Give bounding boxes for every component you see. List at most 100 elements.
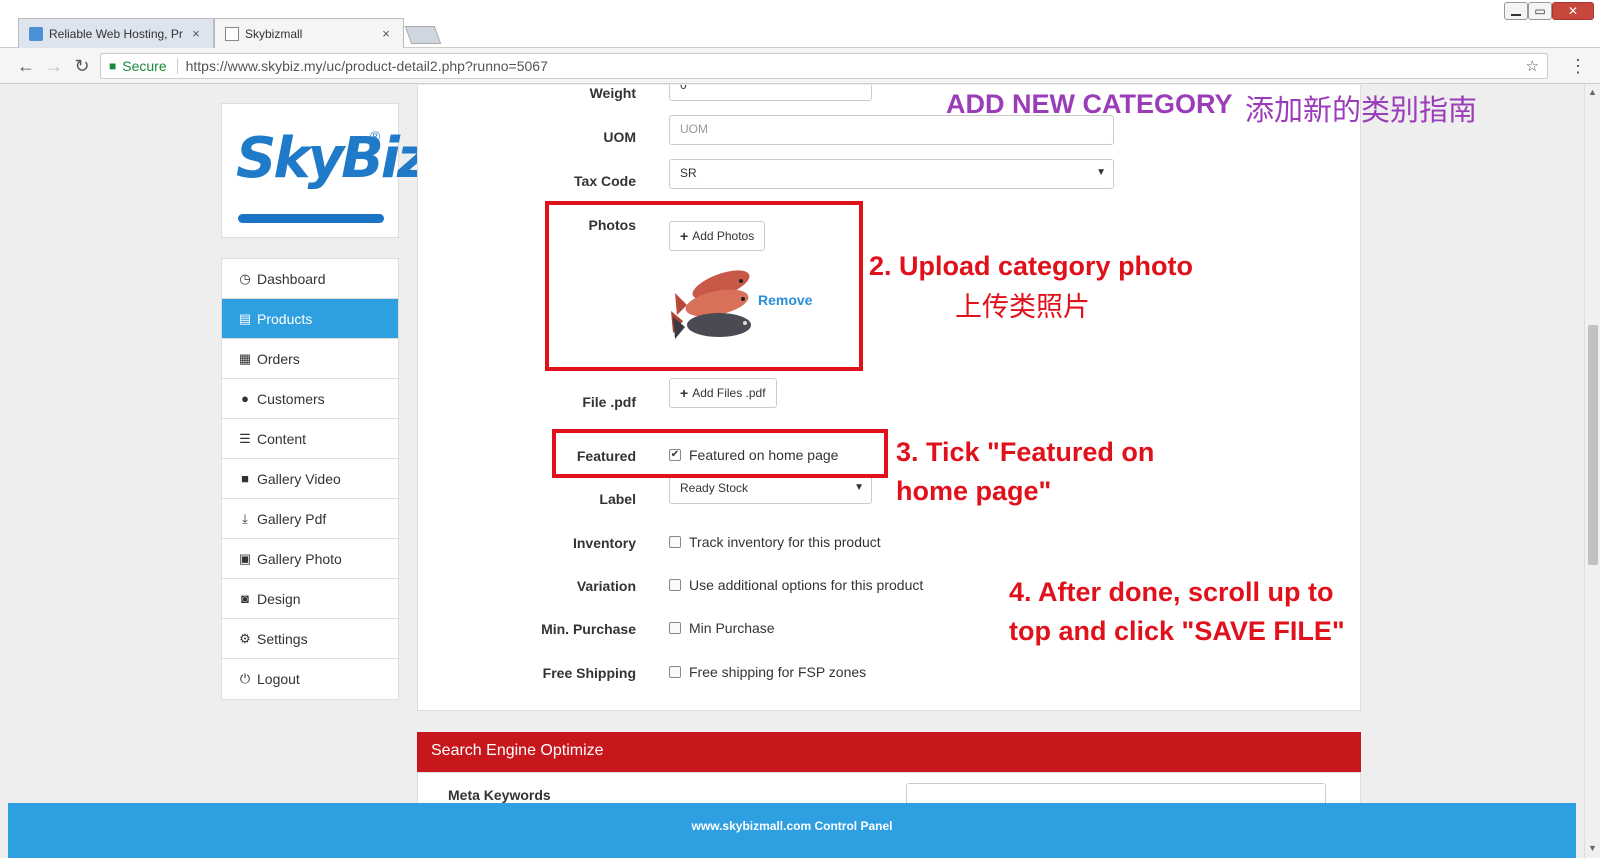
sidebar-item-content[interactable]: ☰ Content xyxy=(222,419,398,459)
gear-icon: ⚙ xyxy=(239,630,251,646)
min-purchase-checkbox-label: Min Purchase xyxy=(689,620,775,636)
add-files-pdf-button[interactable]: + Add Files .pdf xyxy=(669,378,777,408)
site-favicon-icon xyxy=(29,26,43,41)
annotation-step3-line2: home page" xyxy=(896,476,1052,506)
sidebar-item-logout[interactable]: ⏻ Logout xyxy=(222,659,398,699)
annotation-step3-line1: 3. Tick "Featured on xyxy=(896,437,1155,467)
sidebar-item-orders[interactable]: ▦ Orders xyxy=(222,339,398,379)
page-scrollbar[interactable]: ▲ ▼ xyxy=(1584,85,1600,858)
sidebar-item-products[interactable]: ▤ Products xyxy=(222,299,398,339)
sidebar-item-label: Products xyxy=(257,310,313,327)
maximize-button[interactable]: ▭ xyxy=(1528,2,1552,20)
add-files-pdf-label: Add Files .pdf xyxy=(692,386,766,400)
lock-icon: ■ xyxy=(109,59,117,73)
min-purchase-checkbox-row[interactable]: Min Purchase xyxy=(669,620,775,636)
inventory-checkbox[interactable] xyxy=(669,536,681,548)
camera-icon: ◙ xyxy=(241,591,249,606)
sidebar-item-label: Logout xyxy=(257,671,300,687)
inventory-checkbox-label: Track inventory for this product xyxy=(689,534,881,550)
annotation-step2-en: 2. Upload category photo xyxy=(869,251,1194,281)
back-arrow-icon[interactable]: ← xyxy=(14,54,38,78)
power-icon: ⏻ xyxy=(239,671,251,686)
variation-checkbox-label: Use additional options for this product xyxy=(689,577,924,593)
min-purchase-label: Min. Purchase xyxy=(541,621,636,637)
sidebar-item-label: Gallery Pdf xyxy=(257,510,327,527)
reload-icon[interactable]: ↻ xyxy=(70,54,94,78)
registered-mark: ® xyxy=(370,128,381,144)
browser-titlebar: Reliable Web Hosting, Pr × Skybizmall × … xyxy=(0,0,1600,48)
meta-keywords-label: Meta Keywords xyxy=(448,787,551,803)
annotation-step2-cn: 上传类照片 xyxy=(955,292,1090,322)
free-shipping-checkbox-label: Free shipping for FSP zones xyxy=(689,664,867,680)
briefcase-icon: ▤ xyxy=(238,310,252,326)
sidebar-item-label: Design xyxy=(257,590,301,607)
sidebar-item-design[interactable]: ◙ Design xyxy=(222,579,398,619)
scrollbar-thumb[interactable] xyxy=(1588,325,1598,565)
sidebar-item-label: Gallery Video xyxy=(257,470,341,487)
label-field-label: Label xyxy=(599,491,636,507)
seo-section-header[interactable]: Search Engine Optimize xyxy=(417,732,1361,772)
user-icon: ● xyxy=(241,391,249,406)
sidebar-item-gallery-pdf[interactable]: ⤓ Gallery Pdf xyxy=(222,499,398,539)
dashboard-icon: ◷ xyxy=(239,270,251,286)
forward-arrow-icon[interactable]: → xyxy=(42,54,66,78)
url-text[interactable]: https://www.skybiz.my/uc/product-detail2… xyxy=(186,58,548,74)
file-pdf-label: File .pdf xyxy=(582,394,636,410)
weight-input[interactable]: 0 xyxy=(669,85,872,101)
free-shipping-checkbox[interactable] xyxy=(669,666,681,678)
sidebar-item-gallery-video[interactable]: ■ Gallery Video xyxy=(222,459,398,499)
uom-label: UOM xyxy=(603,129,636,145)
free-shipping-checkbox-row[interactable]: Free shipping for FSP zones xyxy=(669,664,866,680)
download-icon: ⤓ xyxy=(242,510,248,526)
tab-title: Reliable Web Hosting, Pr xyxy=(49,26,183,41)
minimize-button[interactable] xyxy=(1504,2,1528,20)
label-select-value: Ready Stock xyxy=(680,481,749,495)
divider xyxy=(176,58,178,74)
free-shipping-label: Free Shipping xyxy=(542,665,636,681)
sidebar-item-customers[interactable]: ● Customers xyxy=(222,379,398,419)
sidebar-item-label: Customers xyxy=(257,390,325,407)
sidebar-item-dashboard[interactable]: ◷ Dashboard xyxy=(222,259,398,299)
min-purchase-checkbox[interactable] xyxy=(669,622,681,634)
browser-tab-hosting[interactable]: Reliable Web Hosting, Pr × xyxy=(18,18,214,48)
chevron-down-icon: ▼ xyxy=(1096,167,1106,178)
logo-card: SkyBiz ® xyxy=(221,103,430,238)
page-viewport: SkyBiz ® ◷ Dashboard ▤ Products ▦ Orders… xyxy=(0,85,1584,858)
sidebar-item-settings[interactable]: ⚙ Settings xyxy=(222,619,398,659)
inventory-label: Inventory xyxy=(572,535,636,551)
minimize-icon xyxy=(1511,14,1521,16)
bookmark-star-icon[interactable]: ☆ xyxy=(1526,57,1539,75)
tax-code-label: Tax Code xyxy=(574,173,636,189)
tab-title: Skybizmall xyxy=(245,26,303,41)
scroll-down-icon[interactable]: ▼ xyxy=(1588,843,1597,853)
logo-underline xyxy=(238,214,384,223)
variation-label: Variation xyxy=(576,578,636,594)
variation-checkbox-row[interactable]: Use additional options for this product xyxy=(669,577,923,593)
variation-checkbox[interactable] xyxy=(669,579,681,591)
close-icon[interactable]: × xyxy=(379,26,393,41)
new-tab-button[interactable] xyxy=(404,26,442,44)
picture-icon: ▣ xyxy=(238,550,252,566)
scroll-up-icon[interactable]: ▲ xyxy=(1588,87,1597,97)
address-bar[interactable]: ■ Secure https://www.skybiz.my/uc/produc… xyxy=(100,53,1548,79)
annotation-photos-highlight xyxy=(545,201,863,371)
video-icon: ■ xyxy=(241,471,249,486)
browser-tab-skybizmall[interactable]: Skybizmall × xyxy=(214,18,404,48)
sidebar-item-gallery-photo[interactable]: ▣ Gallery Photo xyxy=(222,539,398,579)
label-select[interactable]: Ready Stock ▼ xyxy=(669,474,872,504)
tax-code-select[interactable]: SR ▼ xyxy=(669,159,1114,189)
control-panel-footer: www.skybizmall.com Control Panel xyxy=(8,803,1576,858)
page-icon xyxy=(225,26,239,41)
skybiz-logo: SkyBiz xyxy=(236,126,430,191)
plus-icon: + xyxy=(680,385,689,401)
annotation-step4-line2: top and click "SAVE FILE" xyxy=(1009,616,1345,646)
inventory-checkbox-row[interactable]: Track inventory for this product xyxy=(669,534,881,550)
chevron-down-icon: ▼ xyxy=(854,482,864,493)
close-icon[interactable]: × xyxy=(189,26,203,41)
menu-dots-icon[interactable]: ⋮ xyxy=(1566,54,1590,78)
tax-code-value: SR xyxy=(680,166,697,180)
sidebar-item-label: Content xyxy=(257,430,307,447)
window-close-button[interactable]: ✕ xyxy=(1552,2,1594,20)
browser-toolbar: ← → ↻ ■ Secure https://www.skybiz.my/uc/… xyxy=(0,48,1600,84)
sidebar-menu: ◷ Dashboard ▤ Products ▦ Orders ● Custom… xyxy=(221,258,399,700)
